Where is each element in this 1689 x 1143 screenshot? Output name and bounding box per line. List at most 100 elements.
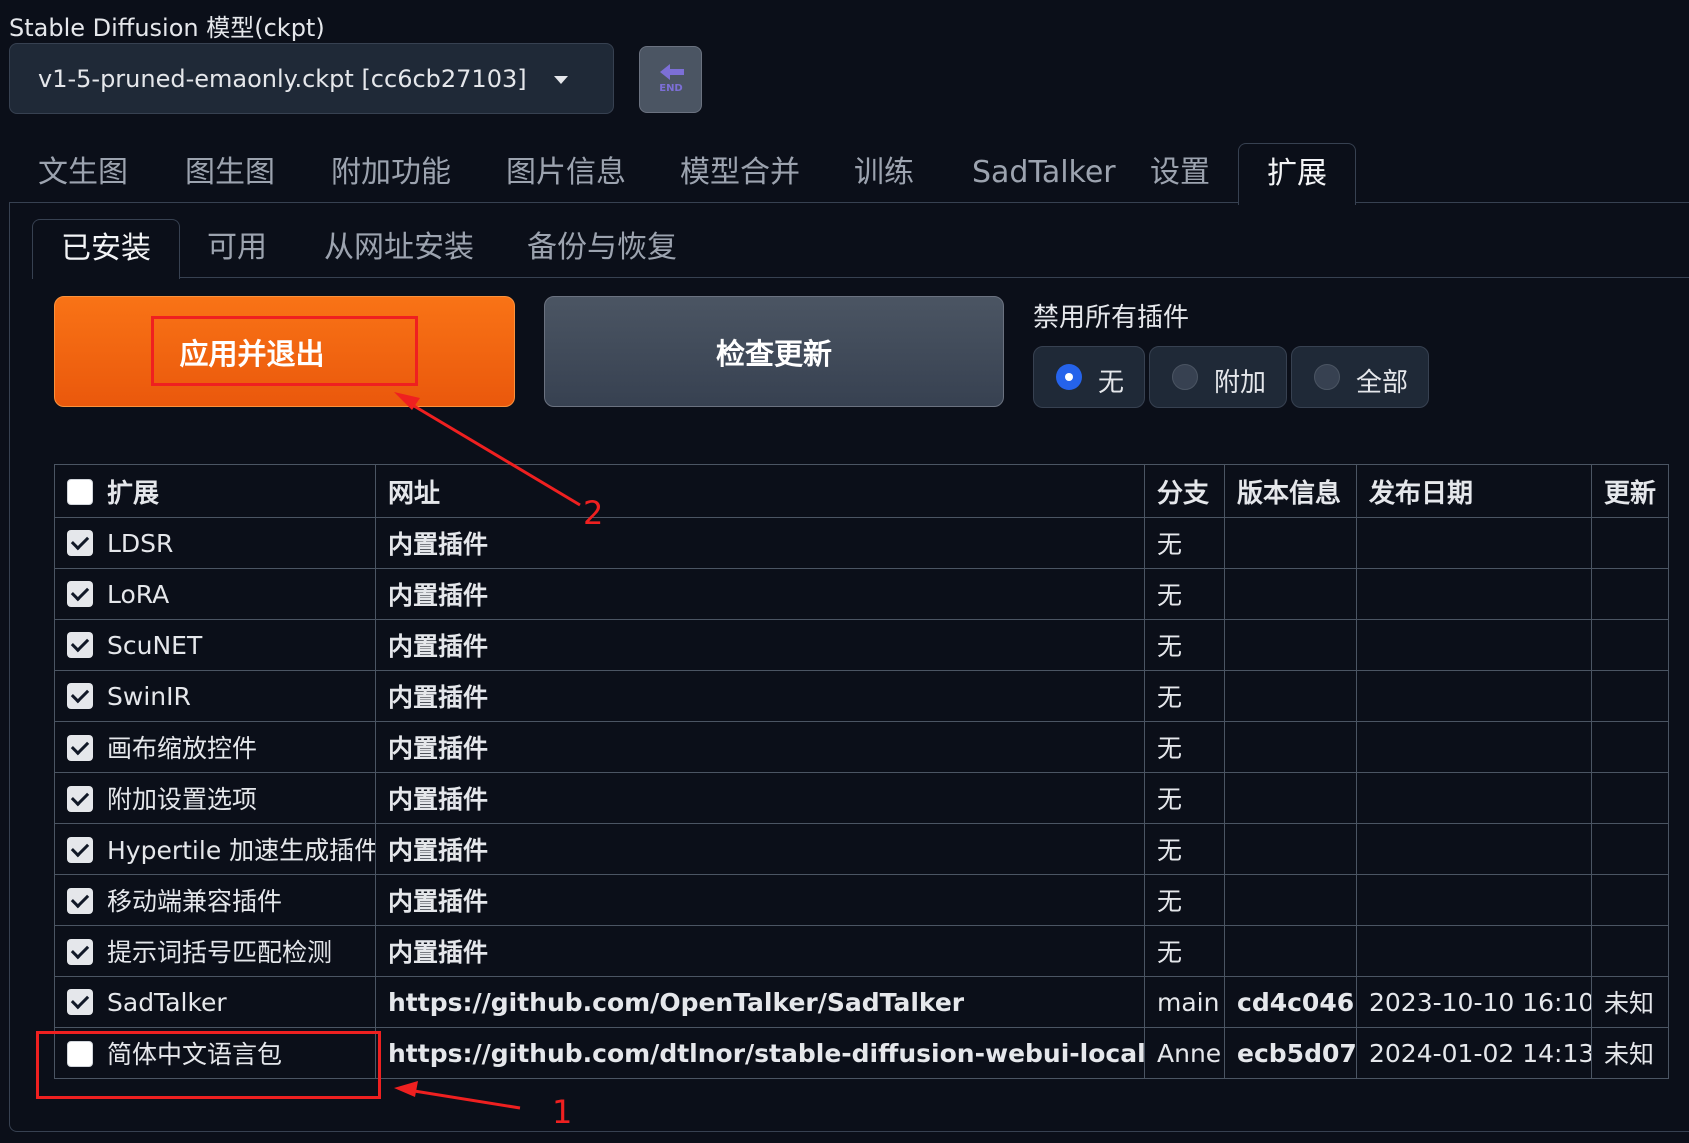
unload-model-button[interactable]: END: [639, 46, 702, 113]
table-row: LDSR 内置插件无: [54, 517, 1669, 569]
cell-url: 内置插件: [375, 874, 1145, 926]
table-row: 附加设置选项 内置插件无: [54, 772, 1669, 824]
subtab-install-from-url[interactable]: 从网址安装: [324, 219, 474, 277]
extension-name-label: 画布缩放控件: [107, 734, 258, 763]
subtab-backup-restore[interactable]: 备份与恢复: [527, 219, 677, 277]
check-updates-button[interactable]: 检查更新: [544, 296, 1004, 407]
cell-extension-name: 画布缩放控件: [54, 721, 376, 773]
header-branch: 分支: [1144, 464, 1225, 518]
unload-icon-text: END: [659, 83, 683, 94]
radio-disable-all[interactable]: 全部: [1291, 346, 1429, 408]
cell-version: [1224, 772, 1357, 824]
annotation-number-1: 1: [552, 1093, 573, 1131]
header-url: 网址: [375, 464, 1145, 518]
extension-checkbox[interactable]: [67, 837, 93, 863]
cell-update: [1591, 874, 1669, 926]
cell-url[interactable]: https://github.com/dtlnor/stable-diffusi…: [375, 1027, 1145, 1079]
annotation-box-language-pack: [36, 1031, 381, 1099]
header-update: 更新: [1591, 464, 1669, 518]
cell-date: [1356, 568, 1592, 620]
check-updates-label: 检查更新: [715, 336, 832, 371]
tab-png-info[interactable]: 图片信息: [506, 143, 626, 203]
radio-unselected-icon: [1314, 364, 1340, 390]
tab-checkpoint-merger[interactable]: 模型合并: [680, 143, 800, 203]
cell-branch: 无: [1144, 721, 1225, 773]
cell-branch: 无: [1144, 619, 1225, 671]
cell-update: [1591, 721, 1669, 773]
extension-checkbox[interactable]: [67, 580, 93, 607]
table-row: Hypertile 加速生成插件 内置插件无: [54, 823, 1669, 875]
radio-disable-extra[interactable]: 附加: [1149, 346, 1287, 408]
cell-branch: 无: [1144, 823, 1225, 875]
cell-url: 内置插件: [375, 823, 1145, 875]
cell-branch: 无: [1144, 925, 1225, 977]
tab-img2img[interactable]: 图生图: [185, 143, 275, 203]
cell-date: 2023-10-10 16:10:21: [1356, 976, 1592, 1028]
cell-extension-name: 提示词括号匹配检测: [54, 925, 376, 977]
subtab-available[interactable]: 可用: [207, 219, 267, 277]
annotation-box-apply: [151, 316, 418, 386]
cell-date: [1356, 925, 1592, 977]
cell-version: [1224, 874, 1357, 926]
select-all-checkbox[interactable]: [67, 479, 93, 505]
cell-branch: Anne: [1144, 1027, 1225, 1079]
cell-extension-name: 附加设置选项: [54, 772, 376, 824]
extension-name-label: 移动端兼容插件: [107, 887, 283, 916]
cell-version: [1224, 823, 1357, 875]
cell-date: 2024-01-02 14:13:16: [1356, 1027, 1592, 1079]
tab-extensions[interactable]: 扩展: [1238, 143, 1356, 205]
extension-checkbox[interactable]: [67, 786, 93, 812]
tab-extras[interactable]: 附加功能: [331, 143, 451, 203]
extension-checkbox[interactable]: [67, 939, 93, 965]
cell-url: 内置插件: [375, 670, 1145, 722]
tab-txt2img[interactable]: 文生图: [38, 143, 128, 203]
radio-selected-icon: [1056, 364, 1082, 390]
extension-checkbox[interactable]: [67, 631, 93, 658]
cell-url[interactable]: https://github.com/OpenTalker/SadTalker: [375, 976, 1145, 1028]
cell-date: [1356, 670, 1592, 722]
cell-extension-name: Hypertile 加速生成插件: [54, 823, 376, 875]
extension-name-label: 提示词括号匹配检测: [107, 938, 333, 967]
table-row: SwinIR 内置插件无: [54, 670, 1669, 722]
cell-url: 内置插件: [375, 568, 1145, 620]
extension-checkbox[interactable]: [67, 735, 93, 761]
table-row: LoRA 内置插件无: [54, 568, 1669, 620]
cell-update: [1591, 568, 1669, 620]
tab-train[interactable]: 训练: [854, 143, 914, 203]
cell-version: [1224, 517, 1357, 569]
model-select[interactable]: v1-5-pruned-emaonly.ckpt [cc6cb27103]: [9, 43, 614, 114]
extensions-table: 扩展 网址 分支 版本信息 发布日期 更新 LDSR 内置插件无 LoRA 内置插件无…: [54, 464, 1669, 1079]
table-row: ScuNET 内置插件无: [54, 619, 1669, 671]
header-date: 发布日期: [1356, 464, 1592, 518]
extension-checkbox[interactable]: [67, 529, 93, 556]
cell-update: 未知: [1591, 976, 1669, 1028]
radio-label-all: 全部: [1356, 368, 1409, 398]
cell-extension-name: 移动端兼容插件: [54, 874, 376, 926]
cell-version: [1224, 721, 1357, 773]
radio-disable-none[interactable]: 无: [1033, 346, 1145, 408]
extension-name-label: SadTalker: [107, 987, 227, 1017]
cell-url: 内置插件: [375, 772, 1145, 824]
arrow-left-end-icon: END: [659, 64, 684, 94]
chevron-down-icon: [554, 76, 568, 84]
extension-checkbox[interactable]: [67, 682, 93, 709]
subtab-installed[interactable]: 已安装: [32, 219, 180, 279]
cell-update: [1591, 823, 1669, 875]
cell-extension-name: LoRA: [54, 568, 376, 620]
cell-version: ecb5d07d: [1224, 1027, 1357, 1079]
cell-update: 未知: [1591, 1027, 1669, 1079]
table-row: SadTalker https://github.com/OpenTalker/S…: [54, 976, 1669, 1028]
cell-date: [1356, 517, 1592, 569]
cell-version: cd4c0465: [1224, 976, 1357, 1028]
extension-checkbox[interactable]: [67, 888, 93, 914]
header-version: 版本信息: [1224, 464, 1357, 518]
cell-version: [1224, 670, 1357, 722]
radio-label-extra: 附加: [1214, 368, 1267, 398]
tab-sadtalker[interactable]: SadTalker: [972, 143, 1116, 203]
cell-update: [1591, 517, 1669, 569]
sub-tabs: 已安装 可用 从网址安装 备份与恢复: [32, 219, 1689, 279]
cell-date: [1356, 721, 1592, 773]
extension-checkbox[interactable]: [67, 988, 93, 1015]
extension-name-label: SwinIR: [107, 681, 191, 711]
tab-settings[interactable]: 设置: [1150, 143, 1210, 203]
